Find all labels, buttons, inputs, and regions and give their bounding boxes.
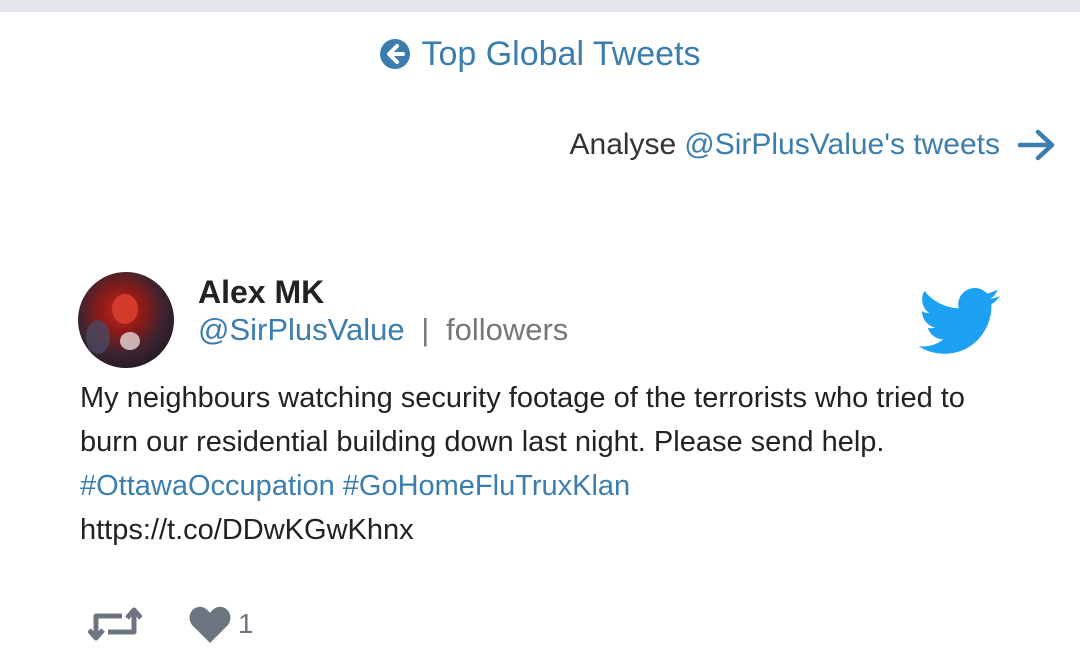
arrow-right-icon[interactable]	[1016, 124, 1058, 166]
avatar[interactable]	[78, 272, 174, 368]
retweet-icon[interactable]	[88, 604, 142, 644]
heart-icon[interactable]	[188, 604, 232, 644]
page: Top Global Tweets Analyse @SirPlusValue'…	[0, 0, 1080, 652]
top-strip	[0, 0, 1080, 12]
avatar-detail	[112, 294, 138, 324]
hashtag-ottawa-occupation[interactable]: #OttawaOccupation	[80, 470, 335, 502]
author-name[interactable]: Alex MK	[198, 274, 324, 311]
tweet-text-body: My neighbours watching security footage …	[80, 382, 965, 458]
tweet-media-link[interactable]: https://t.co/DDwKGwKhnx	[80, 514, 414, 546]
followers-link[interactable]: followers	[446, 312, 568, 347]
back-to-top-global-tweets-link[interactable]: Top Global Tweets	[0, 32, 1080, 76]
avatar-detail	[120, 332, 140, 350]
author-handle-link[interactable]: @SirPlusValue	[198, 312, 405, 347]
author-handle-line: @SirPlusValue | followers	[198, 312, 568, 348]
tweet-actions: 1	[88, 604, 254, 644]
like-count: 1	[238, 608, 254, 639]
hashtag-go-home-flu-trux-klan[interactable]: #GoHomeFluTruxKlan	[343, 470, 630, 502]
analyse-row: Analyse @SirPlusValue's tweets	[570, 124, 1058, 166]
twitter-bird-icon[interactable]	[918, 288, 1002, 356]
analyse-handle-link[interactable]: @SirPlusValue's tweets	[684, 128, 1000, 162]
avatar-detail	[86, 320, 110, 354]
analyse-prefix: Analyse	[569, 128, 677, 161]
handle-separator: |	[421, 312, 430, 347]
tweet-text: My neighbours watching security footage …	[80, 376, 1010, 552]
circle-arrow-left-icon	[379, 38, 411, 70]
back-link-label: Top Global Tweets	[421, 34, 701, 73]
